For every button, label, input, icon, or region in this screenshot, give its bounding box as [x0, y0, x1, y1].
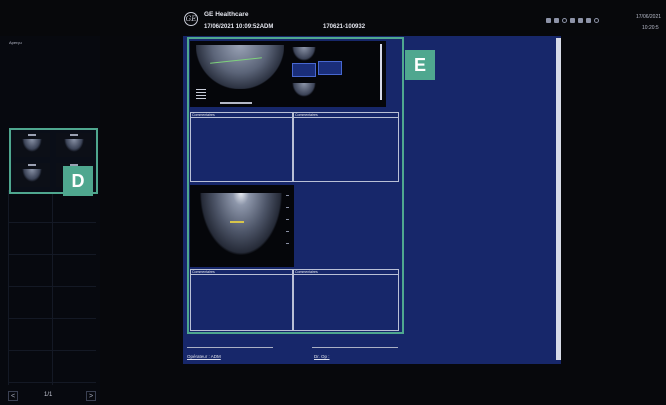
signal-icon: [546, 18, 551, 23]
monitor-icon: [578, 18, 583, 23]
cloud-icon: [586, 18, 591, 23]
top-bar: GE GE Healthcare 17/06/2021 10:09:52ADM …: [0, 0, 666, 36]
clock-date: 17/06/2021: [636, 14, 662, 20]
exam-datetime: 17/06/2021 10:09:52ADM: [204, 24, 274, 30]
thumbnail[interactable]: [56, 133, 92, 157]
label-badge-d: D: [63, 166, 93, 196]
operator-signature: Opérateur : ADM: [187, 354, 221, 359]
preview-label: Aperçu: [9, 40, 22, 45]
printer-icon: [570, 18, 575, 23]
previous-page-button[interactable]: <: [8, 391, 18, 401]
exam-id: 170621-100932: [323, 24, 366, 30]
status-icons: [546, 18, 599, 23]
brand-name: GE Healthcare: [204, 11, 249, 18]
thumbnail[interactable]: [14, 133, 50, 157]
thumbnail[interactable]: [14, 163, 50, 187]
thumbnail-grid: [8, 190, 96, 385]
battery-icon: [554, 18, 559, 23]
pagination: < 1/1 >: [8, 391, 96, 401]
volume-icon: [594, 18, 599, 23]
signature-line: [187, 347, 273, 348]
ge-logo: GE: [184, 12, 198, 26]
label-badge-e: E: [405, 50, 435, 80]
clock-time: 10:20:5: [642, 25, 659, 31]
doctor-signature: Dr. Op :: [314, 354, 330, 359]
page-counter: 1/1: [44, 392, 53, 398]
wifi-icon: [562, 18, 567, 23]
report-scrollbar[interactable]: [556, 38, 561, 360]
next-page-button[interactable]: >: [86, 391, 96, 401]
highlight-frame-e: [187, 37, 404, 334]
signature-line: [312, 347, 398, 348]
